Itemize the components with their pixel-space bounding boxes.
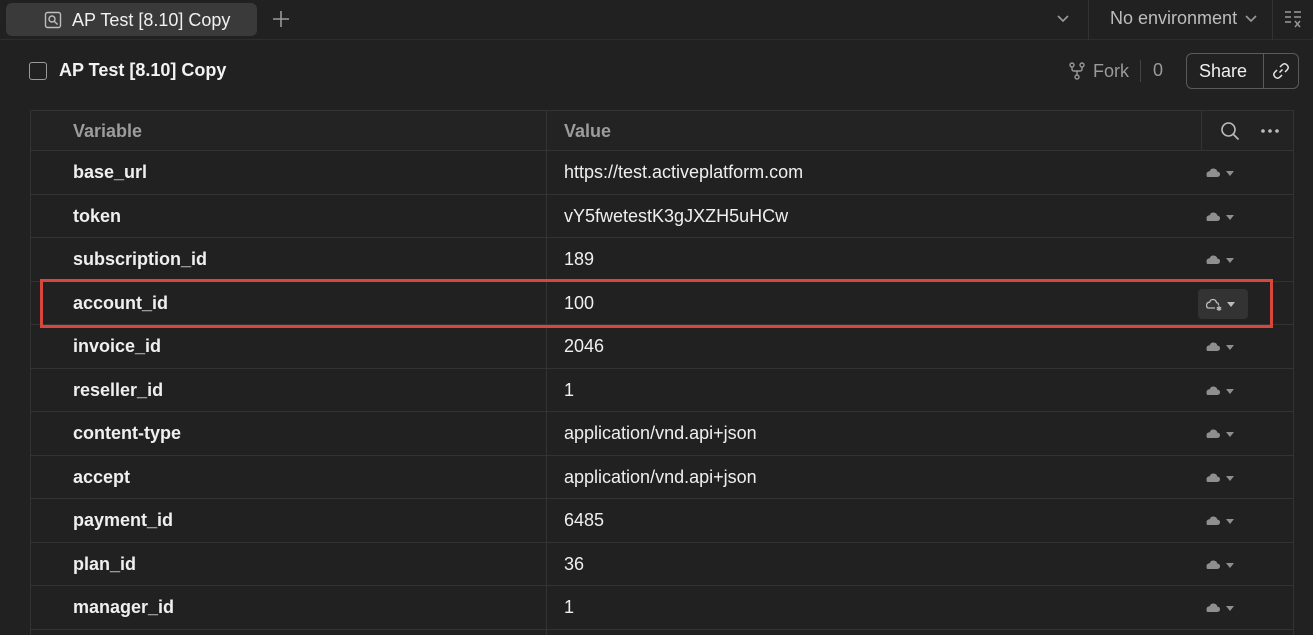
select-checkbox[interactable] [29,62,47,80]
more-options-icon[interactable] [1259,121,1281,141]
fork-count[interactable]: 0 [1153,60,1163,81]
table-row[interactable]: payment_id 6485 [31,499,1293,543]
highlight-box [40,279,1273,328]
tab-ap-test-copy[interactable]: AP Test [8.10] Copy [6,3,257,36]
chevron-down-icon[interactable] [1243,12,1259,26]
scope-dropdown[interactable] [1203,164,1245,182]
page-title: AP Test [8.10] Copy [59,60,227,80]
scope-dropdown[interactable] [1203,469,1245,487]
variable-value[interactable]: 36 [564,554,584,575]
scope-dropdown[interactable] [1203,425,1245,443]
variable-name[interactable]: content-type [73,423,181,444]
table-row[interactable]: subscription_id 189 [31,238,1293,282]
cloud-icon [1206,516,1234,525]
variable-value[interactable]: application/vnd.api+json [564,467,757,488]
column-divider [1201,111,1202,151]
table-row[interactable]: reseller_id 1 [31,369,1293,412]
cloud-icon [1206,429,1234,438]
tab-bar: AP Test [8.10] Copy No environment [0,0,1313,40]
environment-selector[interactable]: No environment [1110,8,1237,29]
divider [1272,0,1273,40]
variable-value[interactable]: 6485 [564,510,604,531]
variable-value[interactable]: 2046 [564,336,604,357]
cloud-icon [1206,168,1234,177]
variable-name[interactable]: invoice_id [73,336,161,357]
collection-environment-icon [44,11,62,29]
environment-quick-look-icon[interactable] [1283,9,1303,29]
scope-dropdown[interactable] [1203,338,1245,356]
variable-name[interactable]: base_url [73,162,147,183]
variable-name[interactable]: payment_id [73,510,173,531]
variable-value[interactable]: 189 [564,249,594,270]
variable-value[interactable]: 1 [564,380,574,401]
scope-dropdown[interactable] [1203,599,1245,617]
link-icon[interactable] [1271,61,1291,81]
variable-value[interactable]: 1 [564,597,574,618]
cloud-icon [1206,473,1234,482]
column-header-variable: Variable [73,121,143,141]
cloud-icon [1206,212,1234,221]
table-header: Variable Value [31,111,1293,151]
fork-icon [1069,62,1085,80]
cloud-icon [1206,603,1234,612]
chevron-down-icon[interactable] [1055,12,1071,26]
fork-button[interactable]: Fork [1067,59,1129,83]
divider [1140,60,1141,82]
share-button[interactable]: Share [1199,61,1247,82]
table-row[interactable]: accept application/vnd.api+json [31,456,1293,499]
table-row[interactable]: token vY5fwetestK3gJXZH5uHCw [31,195,1293,238]
scope-dropdown[interactable] [1203,382,1245,400]
table-row[interactable]: plan_id 36 [31,543,1293,586]
variable-value[interactable]: application/vnd.api+json [564,423,757,444]
fork-label: Fork [1093,60,1129,81]
cloud-icon [1206,342,1234,351]
variable-name[interactable]: plan_id [73,554,136,575]
share-button-group: Share [1186,53,1299,89]
cloud-icon [1206,255,1234,264]
scope-dropdown[interactable] [1203,512,1245,530]
variable-name[interactable]: accept [73,467,130,488]
scope-dropdown[interactable] [1203,251,1245,269]
divider [1263,54,1264,88]
variable-name[interactable]: token [73,206,121,227]
scope-dropdown[interactable] [1203,208,1245,226]
variable-name[interactable]: subscription_id [73,249,207,270]
search-icon[interactable] [1220,121,1240,141]
variable-value[interactable]: https://test.activeplatform.com [564,162,803,183]
variables-table: Variable Value base_url https://test.acti… [30,110,1294,635]
variable-value[interactable]: vY5fwetestK3gJXZH5uHCw [564,206,788,227]
variable-name[interactable]: manager_id [73,597,174,618]
table-row[interactable]: base_url https://test.activeplatform.com [31,151,1293,195]
tab-label: AP Test [8.10] Copy [72,10,231,30]
variable-name[interactable]: reseller_id [73,380,163,401]
table-row[interactable]: manager_id 1 [31,586,1293,630]
divider [1088,0,1089,40]
plus-icon[interactable] [270,8,292,30]
table-row[interactable]: content-type application/vnd.api+json [31,412,1293,456]
cloud-icon [1206,386,1234,395]
scope-dropdown[interactable] [1203,556,1245,574]
table-row[interactable]: invoice_id 2046 [31,325,1293,369]
cloud-icon [1206,560,1234,569]
column-header-value: Value [564,121,612,141]
